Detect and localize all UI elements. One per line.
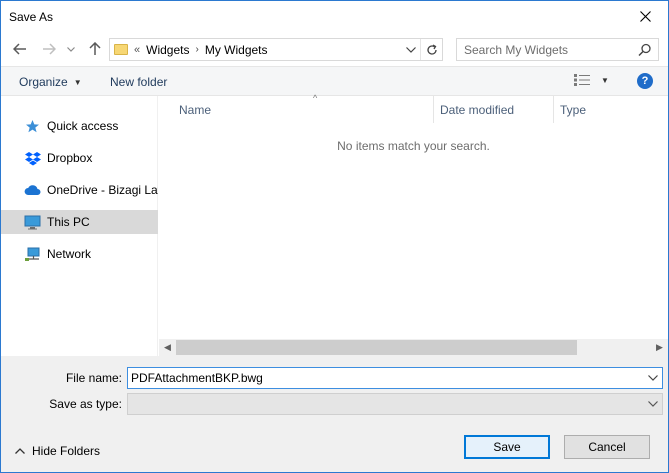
chevron-down-icon <box>406 47 416 53</box>
forward-button[interactable] <box>38 38 60 60</box>
new-folder-label: New folder <box>110 75 168 89</box>
filename-combobox[interactable] <box>127 367 663 389</box>
address-overflow[interactable]: « <box>134 44 140 56</box>
help-button[interactable]: ? <box>637 73 653 89</box>
organize-button[interactable]: Organize ▼ <box>19 75 82 89</box>
sidebar-item-label: Dropbox <box>47 151 93 165</box>
address-segment-widgets[interactable]: Widgets <box>146 43 189 57</box>
chevron-down-icon <box>648 375 658 381</box>
cancel-button[interactable]: Cancel <box>564 435 650 459</box>
navigation-bar: « Widgets › My Widgets <box>1 32 668 66</box>
refresh-icon <box>426 43 437 55</box>
new-folder-button[interactable]: New folder <box>110 75 167 89</box>
address-bar[interactable]: « Widgets › My Widgets <box>109 38 443 61</box>
scroll-left-icon[interactable]: ◀ <box>159 339 176 356</box>
chevron-right-icon[interactable]: › <box>195 44 198 55</box>
window-title: Save As <box>9 10 54 24</box>
sidebar-item-label: Quick access <box>47 119 119 133</box>
content-area: Quick access Dropbox OneDrive - Bizagi L… <box>1 93 668 356</box>
chevron-down-icon <box>648 401 658 407</box>
caret-down-icon: ▼ <box>601 75 609 85</box>
sidebar-item-quick-access[interactable]: Quick access <box>1 114 158 138</box>
arrow-up-icon <box>89 42 101 55</box>
address-dropdown-button[interactable] <box>404 42 418 58</box>
sidebar-item-network[interactable]: Network <box>1 242 158 266</box>
search-icon[interactable] <box>638 43 652 57</box>
save-options-panel: File name: Save as type: Hide Folders Sa… <box>1 356 668 472</box>
chevron-up-icon <box>15 448 25 454</box>
up-button[interactable] <box>84 38 106 60</box>
cloud-icon <box>24 182 41 198</box>
star-icon <box>24 118 41 134</box>
arrow-right-icon <box>43 43 56 55</box>
back-button[interactable] <box>9 38 31 60</box>
column-header-name[interactable]: ^ Name <box>173 93 434 123</box>
sort-up-icon: ^ <box>313 93 318 103</box>
file-list[interactable]: ^ Name Date modified Type No items match… <box>159 93 668 356</box>
column-header-type[interactable]: Type <box>554 96 668 123</box>
dropbox-icon <box>24 150 41 166</box>
save-as-type-dropdown-button[interactable] <box>644 394 662 414</box>
column-header-label: Date modified <box>440 103 515 117</box>
chevron-down-icon <box>67 46 75 52</box>
filename-dropdown-button[interactable] <box>644 368 662 388</box>
close-button[interactable] <box>622 1 668 32</box>
sidebar-item-dropbox[interactable]: Dropbox <box>1 146 158 170</box>
recent-locations-button[interactable] <box>63 38 79 60</box>
refresh-button[interactable] <box>420 39 442 60</box>
filename-label: File name: <box>65 371 122 385</box>
close-icon <box>639 11 651 22</box>
address-segment-my-widgets[interactable]: My Widgets <box>205 43 268 57</box>
column-header-date-modified[interactable]: Date modified <box>434 96 554 123</box>
save-button[interactable]: Save <box>464 435 550 459</box>
title-bar: Save As <box>1 1 668 32</box>
save-as-type-select[interactable] <box>127 393 663 415</box>
folder-icon <box>114 44 128 55</box>
caret-down-icon: ▼ <box>73 77 82 87</box>
search-box[interactable] <box>456 38 659 61</box>
filename-input[interactable] <box>128 368 643 388</box>
sidebar-item-label: This PC <box>47 215 90 229</box>
organize-label: Organize <box>19 75 68 89</box>
command-toolbar: Organize ▼ New folder ▼ ? <box>1 66 668 96</box>
save-as-dialog: Save As « Widgets › My Widgets Search My… <box>0 0 669 473</box>
computer-icon <box>24 214 41 230</box>
sidebar-item-onedrive[interactable]: OneDrive - Bizagi Lat <box>1 178 158 202</box>
empty-message: No items match your search. <box>337 139 490 153</box>
hide-folders-button[interactable]: Hide Folders <box>15 444 100 458</box>
sidebar-item-label: Network <box>47 247 92 261</box>
horizontal-scrollbar[interactable]: ◀ ▶ <box>159 339 668 356</box>
sidebar-item-this-pc[interactable]: This PC <box>1 210 158 234</box>
sidebar-item-label: OneDrive - Bizagi Lat <box>47 183 158 197</box>
details-view-icon <box>574 74 590 86</box>
change-view-button[interactable]: ▼ <box>573 73 609 87</box>
column-header-label: Type <box>560 103 587 117</box>
hide-folders-label: Hide Folders <box>32 444 101 458</box>
column-header-label: Name <box>179 103 212 117</box>
navigation-pane[interactable]: Quick access Dropbox OneDrive - Bizagi L… <box>1 96 158 356</box>
scrollbar-thumb[interactable] <box>176 340 577 355</box>
search-input[interactable] <box>457 39 637 60</box>
scroll-right-icon[interactable]: ▶ <box>651 339 668 356</box>
network-icon <box>24 246 41 262</box>
arrow-left-icon <box>13 43 26 55</box>
help-icon: ? <box>641 75 649 87</box>
save-as-type-label: Save as type: <box>49 397 122 411</box>
